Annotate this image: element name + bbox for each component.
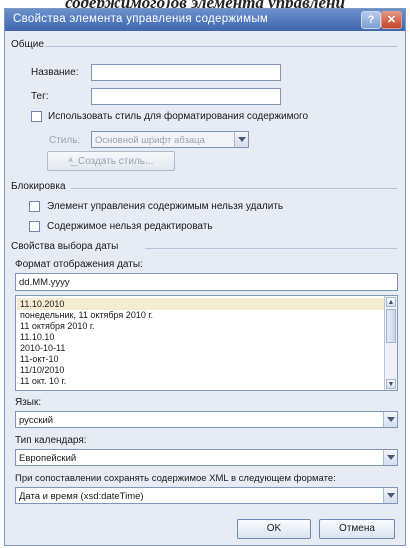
calendar-value: Европейский — [19, 453, 77, 464]
list-item[interactable]: понедельник, 11 октября 2010 г. — [20, 310, 153, 320]
date-format-input[interactable]: dd.MM.yyyy — [15, 273, 398, 291]
help-icon: ? — [367, 14, 375, 26]
scroll-thumb[interactable] — [386, 309, 396, 343]
ok-button[interactable]: OK — [237, 519, 311, 539]
title-bar: Свойства элемента управления содержимым … — [5, 9, 405, 31]
tag-input[interactable] — [91, 88, 281, 105]
date-format-list[interactable]: 11.10.2010 понедельник, 11 октября 2010 … — [15, 295, 398, 391]
create-style-button[interactable]: ᴬ̲ ̲ Создать стиль... — [47, 151, 175, 171]
list-item[interactable]: 11 окт. 10 г. — [20, 376, 66, 386]
language-dropdown[interactable]: русский — [15, 411, 398, 428]
style-label: Стиль: — [49, 135, 81, 146]
list-item[interactable]: 2010-10-11 — [20, 343, 65, 353]
dialog-window: Свойства элемента управления содержимым … — [4, 8, 406, 546]
use-style-checkbox[interactable] — [31, 111, 42, 122]
list-item[interactable]: 11.10.10 — [20, 332, 54, 342]
scroll-down-icon[interactable]: ▼ — [386, 379, 396, 389]
date-section-heading: Свойства выбора даты — [11, 241, 119, 252]
date-format-label: Формат отображения даты: — [15, 259, 143, 270]
scroll-up-icon[interactable]: ▲ — [386, 297, 396, 307]
style-value: Основной шрифт абзаца — [95, 135, 205, 146]
list-item[interactable]: 11-окт-10 — [20, 354, 59, 364]
language-value: русский — [19, 415, 54, 426]
style-dropdown-arrow-icon — [234, 132, 248, 147]
language-label: Язык: — [15, 397, 42, 408]
locking-section-heading: Блокировка — [11, 181, 66, 192]
list-item[interactable]: 11/10/2010 — [20, 365, 64, 375]
help-button[interactable]: ? — [361, 11, 381, 29]
date-divider — [145, 248, 397, 249]
create-style-icon: ᴬ̲ ̲ — [68, 156, 76, 166]
list-item[interactable]: 11.10.2010 — [20, 299, 64, 309]
xml-format-value: Дата и время (xsd:dateTime) — [19, 491, 144, 502]
calendar-dropdown[interactable]: Европейский — [15, 449, 398, 466]
cannot-delete-label: Элемент управления содержимым нельзя уда… — [47, 201, 284, 212]
close-button[interactable]: ✕ — [381, 11, 402, 29]
calendar-label: Тип календаря: — [15, 435, 87, 446]
style-dropdown[interactable]: Основной шрифт абзаца — [91, 131, 249, 148]
language-dropdown-arrow-icon — [383, 412, 397, 427]
name-input[interactable] — [91, 64, 281, 81]
date-format-value: dd.MM.yyyy — [19, 277, 70, 288]
cannot-edit-checkbox[interactable] — [29, 221, 40, 232]
name-label: Название: — [31, 67, 79, 78]
use-style-label: Использовать стиль для форматирования со… — [48, 111, 309, 122]
close-icon: ✕ — [386, 14, 397, 26]
xml-format-label: При сопоставлении сохранять содержимое X… — [15, 473, 336, 484]
dialog-title: Свойства элемента управления содержимым — [13, 13, 269, 25]
cannot-delete-checkbox[interactable] — [29, 201, 40, 212]
calendar-dropdown-arrow-icon — [383, 450, 397, 465]
cancel-button[interactable]: Отмена — [319, 519, 395, 539]
tag-label: Тег: — [31, 91, 49, 102]
selected-row-highlight — [17, 298, 384, 310]
general-divider — [45, 46, 397, 47]
create-style-label: Создать стиль... — [78, 156, 154, 167]
locking-divider — [71, 188, 397, 189]
general-section-heading: Общие — [11, 39, 44, 50]
cannot-edit-label: Содержимое нельзя редактировать — [47, 221, 213, 232]
xml-format-dropdown-arrow-icon — [383, 488, 397, 503]
xml-format-dropdown[interactable]: Дата и время (xsd:dateTime) — [15, 487, 398, 504]
list-scrollbar[interactable]: ▲ ▼ — [384, 296, 397, 390]
list-item[interactable]: 11 октября 2010 г. — [20, 321, 95, 331]
